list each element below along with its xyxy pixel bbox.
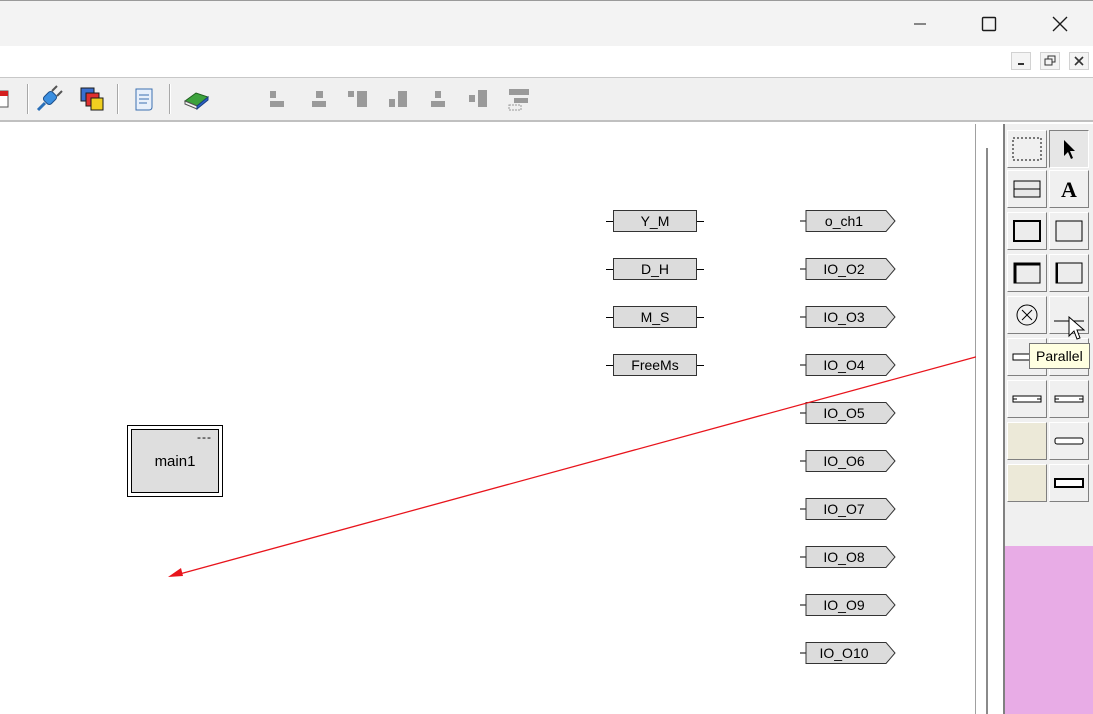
- palette-coil-button[interactable]: [1049, 464, 1089, 502]
- palette-empty-area: [1005, 546, 1093, 714]
- scroll-track: [986, 148, 988, 714]
- palette-box-thick-right-button[interactable]: [1049, 254, 1089, 292]
- select-rectangle-icon: [1012, 137, 1042, 161]
- palette-xor-circle-button[interactable]: [1007, 296, 1047, 334]
- mouse-cursor-icon: [1068, 316, 1086, 340]
- svg-text:A: A: [1061, 177, 1077, 201]
- box-right-icon: [1055, 220, 1083, 242]
- vertical-scroll-area[interactable]: [976, 124, 1003, 714]
- connection-line: [168, 333, 1061, 577]
- contact-2-icon: [1054, 395, 1084, 403]
- blank-icon: [1027, 483, 1028, 484]
- blank-icon: [1027, 441, 1028, 442]
- box-icon: [1013, 220, 1041, 242]
- pointer-icon: [1064, 140, 1075, 159]
- palette-pointer-button[interactable]: [1049, 130, 1089, 168]
- tool-palette: A: [1003, 124, 1093, 714]
- comment-box-icon: [1013, 180, 1041, 198]
- palette-text-tool-button[interactable]: A: [1049, 170, 1089, 208]
- palette-contact-2-button[interactable]: [1007, 380, 1047, 418]
- xor-circle-icon: [1016, 304, 1038, 326]
- palette-select-rectangle-button[interactable]: [1007, 130, 1047, 168]
- palette-contact-2-right-button[interactable]: [1049, 380, 1089, 418]
- box-thick-left-icon: [1013, 262, 1041, 284]
- palette-empty-slot: [1007, 464, 1047, 502]
- coil-icon: [1054, 478, 1084, 488]
- palette-empty-slot: [1007, 422, 1047, 460]
- tooltip: Parallel: [1029, 343, 1090, 369]
- box-thick-right-icon: [1055, 262, 1083, 284]
- contact-2-icon: [1012, 395, 1042, 403]
- palette-box-right-button[interactable]: [1049, 212, 1089, 250]
- palette-box-button[interactable]: [1007, 212, 1047, 250]
- contact-4-icon: [1054, 437, 1084, 445]
- text-tool-icon: A: [1061, 177, 1077, 201]
- palette-box-thick-left-button[interactable]: [1007, 254, 1047, 292]
- palette-contact-3-button[interactable]: [1049, 422, 1089, 460]
- palette-comment-box-button[interactable]: [1007, 170, 1047, 208]
